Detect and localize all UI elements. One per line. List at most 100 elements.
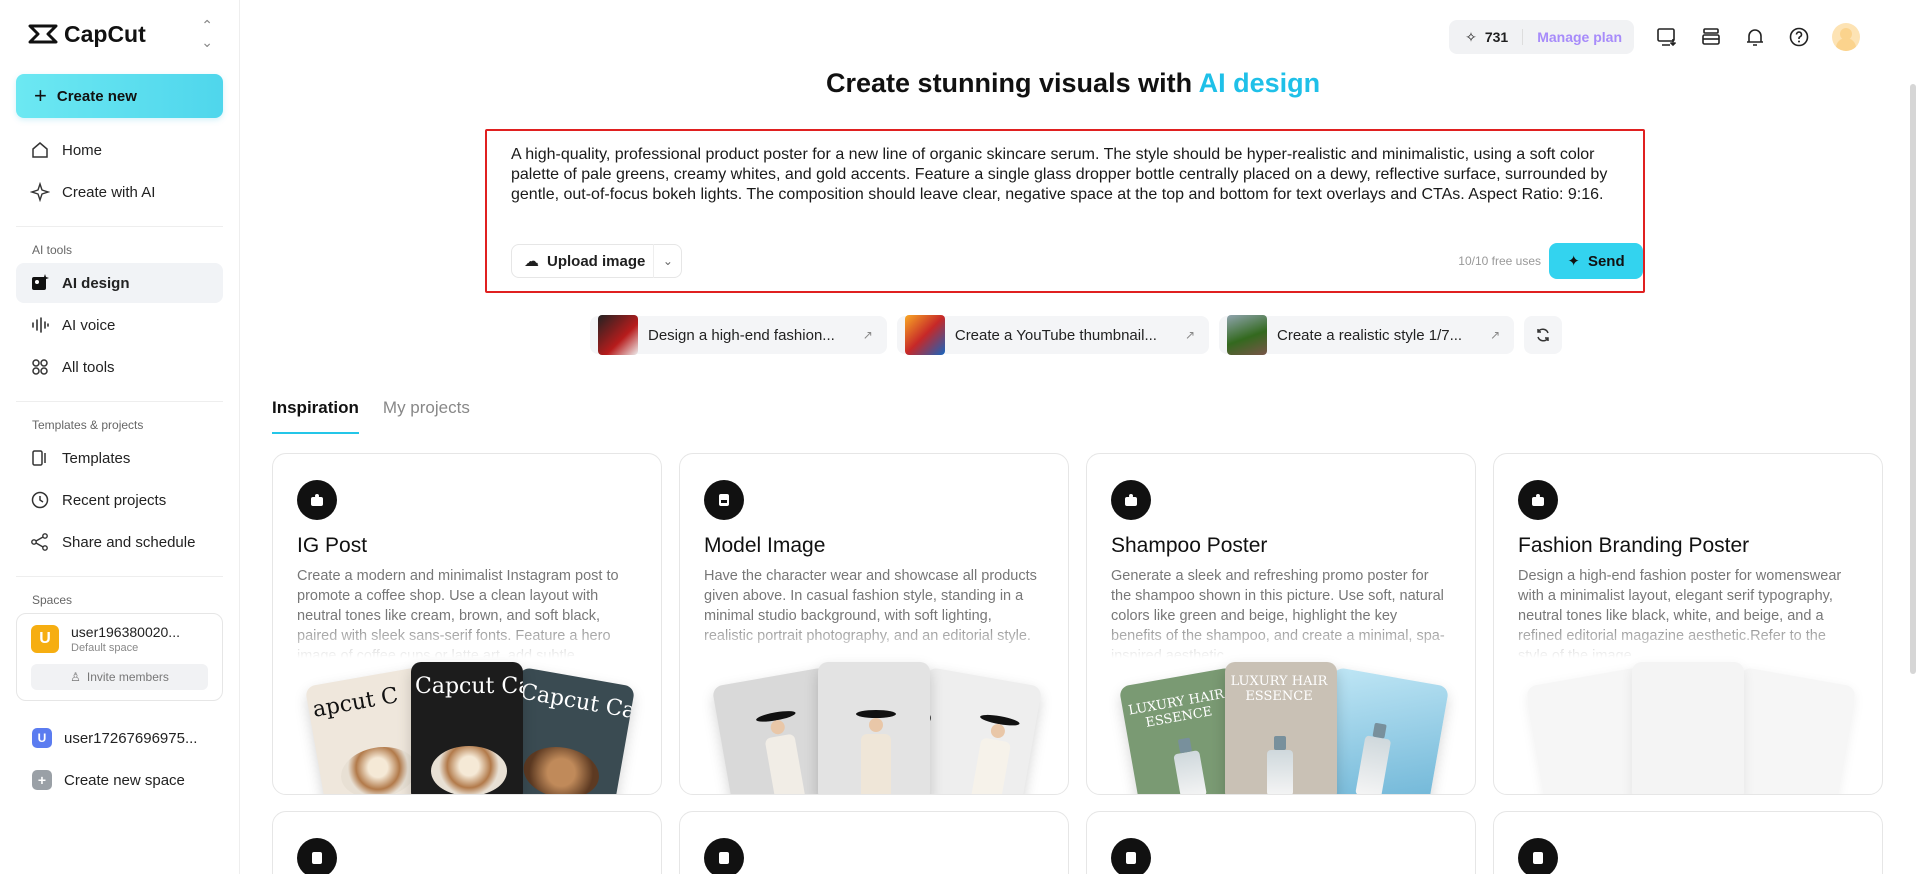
- space-avatar: U: [32, 728, 52, 748]
- person-icon: ♙: [70, 670, 81, 684]
- layers-icon[interactable]: [1700, 26, 1722, 48]
- clock-icon: [31, 491, 49, 509]
- sidebar-item-all-tools[interactable]: All tools: [16, 347, 223, 387]
- headline-accent: AI design: [1198, 68, 1321, 98]
- capcut-logo-icon: [28, 24, 58, 44]
- sidebar-item-ai-voice[interactable]: AI voice: [16, 305, 223, 345]
- send-button[interactable]: ✦ Send: [1549, 243, 1643, 279]
- page-title: Create stunning visuals with AI design: [826, 68, 1320, 99]
- card-preview: apcut C Capcut Ca Capcut Cafe: [273, 662, 661, 794]
- grid-icon: [32, 359, 48, 375]
- sidebar-item-share-schedule[interactable]: Share and schedule: [16, 522, 223, 562]
- chevron-down-icon[interactable]: ⌄: [653, 244, 681, 278]
- tab-inspiration[interactable]: Inspiration: [272, 398, 359, 434]
- suggestion-label: Create a YouTube thumbnail...: [954, 326, 1157, 344]
- sparkle-icon: ✦: [1567, 253, 1580, 270]
- app-name: CapCut: [64, 20, 146, 47]
- sidebar-item-templates[interactable]: Templates: [16, 438, 223, 478]
- prompt-box[interactable]: A high-quality, professional product pos…: [485, 129, 1645, 293]
- capcut-logo[interactable]: CapCut: [28, 21, 146, 48]
- arrow-up-right-icon: ↗: [1490, 328, 1501, 342]
- suggestion-label: Design a high-end fashion...: [648, 326, 835, 344]
- template-card-shampoo-poster[interactable]: Shampoo Poster Generate a sleek and refr…: [1086, 453, 1476, 795]
- portrait-icon: [704, 480, 744, 520]
- sidebar-item-label: Share and schedule: [62, 533, 196, 551]
- preview-text: Capcut Cafe: [518, 679, 636, 728]
- suggestion-label: Create a realistic style 1/7...: [1277, 326, 1463, 344]
- template-card-ig-post[interactable]: IG Post Create a modern and minimalist I…: [272, 453, 662, 795]
- user-avatar[interactable]: [1832, 23, 1860, 51]
- photo-icon: [1111, 838, 1151, 874]
- card-description: Design a high-end fashion poster for wom…: [1518, 568, 1842, 658]
- bottle: [1173, 750, 1207, 794]
- card-description: Generate a sleek and refreshing promo po…: [1111, 568, 1445, 658]
- sidebar-item-label: Recent projects: [62, 491, 167, 509]
- sidebar-item-create-with-ai[interactable]: Create with AI: [16, 172, 223, 212]
- template-card-model-image[interactable]: Model Image Have the character wear and …: [679, 453, 1069, 795]
- plus-icon: +: [34, 83, 47, 108]
- desktop-download-icon[interactable]: [1656, 26, 1678, 48]
- upload-image-label: Upload image: [547, 252, 646, 270]
- home-icon: [32, 142, 48, 158]
- space-avatar: U: [31, 625, 59, 653]
- refresh-suggestions-button[interactable]: [1524, 316, 1563, 354]
- sidebar: CapCut ⌃ ⌄ + Create new Home Create with …: [0, 0, 240, 874]
- sidebar-item-label: All tools: [62, 358, 115, 376]
- bottle: [1267, 736, 1293, 794]
- credits-widget[interactable]: ✧ 731 Manage plan: [1449, 20, 1634, 54]
- create-new-space-button[interactable]: + Create new space: [16, 759, 223, 801]
- ai-tools-section-label: AI tools: [32, 243, 73, 257]
- template-card[interactable]: [1493, 811, 1883, 874]
- sidebar-item-ai-design[interactable]: AI design: [16, 263, 223, 303]
- card-title: IG Post: [297, 534, 368, 557]
- arrow-up-right-icon: ↗: [862, 328, 873, 342]
- sidebar-item-home[interactable]: Home: [16, 130, 223, 170]
- space-name: user17267696975...: [64, 729, 198, 747]
- topbar: ✧ 731 Manage plan: [1449, 20, 1860, 54]
- invite-members-button[interactable]: ♙ Invite members: [31, 664, 208, 690]
- template-card[interactable]: [272, 811, 662, 874]
- sidebar-item-label: AI design: [62, 274, 130, 292]
- tab-my-projects[interactable]: My projects: [383, 398, 470, 434]
- default-space-card[interactable]: U user196380020... Default space ♙ Invit…: [16, 613, 223, 701]
- divider: [16, 226, 223, 227]
- preview-image: LUXURY HAIR ESSENCE: [1225, 662, 1337, 794]
- prompt-input[interactable]: A high-quality, professional product pos…: [511, 145, 1621, 205]
- portrait-icon: [704, 838, 744, 874]
- space-name: user196380020...: [71, 624, 180, 640]
- sparkle-icon: ✧: [1465, 28, 1477, 45]
- template-icon: [32, 450, 46, 466]
- page-scrollbar[interactable]: [1910, 84, 1916, 674]
- suggestion-thumbnail: [598, 315, 638, 355]
- add-space-icon: +: [32, 770, 52, 790]
- switch-workspace-icon[interactable]: ⌃ ⌄: [201, 17, 213, 51]
- prompt-suggestions: Design a high-end fashion... ↗ Create a …: [590, 315, 1563, 355]
- card-description: Create a modern and minimalist Instagram…: [297, 568, 619, 658]
- template-card-fashion-branding-poster[interactable]: Fashion Branding Poster Design a high-en…: [1493, 453, 1883, 795]
- sidebar-item-recent-projects[interactable]: Recent projects: [16, 480, 223, 520]
- help-icon[interactable]: [1788, 26, 1810, 48]
- preview-text: LUXURY HAIR ESSENCE: [1230, 674, 1328, 704]
- card-preview: [1494, 662, 1882, 794]
- coffee-cup: [431, 746, 507, 794]
- sparkle-icon: [30, 182, 50, 202]
- preview-text: LUXURY HAIR ESSENCE: [1127, 686, 1226, 731]
- suggestion-chip[interactable]: Create a YouTube thumbnail... ↗: [896, 315, 1210, 355]
- create-new-label: Create new: [56, 87, 137, 105]
- template-card[interactable]: [679, 811, 1069, 874]
- suggestion-chip[interactable]: Design a high-end fashion... ↗: [590, 315, 887, 355]
- free-uses-counter: 10/10 free uses: [1458, 254, 1541, 268]
- template-card[interactable]: [1086, 811, 1476, 874]
- spaces-section-label: Spaces: [32, 593, 73, 607]
- sidebar-item-label: Create with AI: [62, 183, 156, 201]
- upload-image-button[interactable]: ☁ Upload image ⌄: [511, 244, 683, 278]
- manage-plan-link[interactable]: Manage plan: [1537, 29, 1622, 45]
- suggestion-chip[interactable]: Create a realistic style 1/7... ↗: [1219, 315, 1515, 355]
- card-description: Have the character wear and showcase all…: [704, 568, 1037, 644]
- create-new-button[interactable]: + Create new: [16, 74, 223, 118]
- send-label: Send: [1587, 252, 1625, 270]
- bell-icon[interactable]: [1744, 26, 1766, 48]
- prompt-actions: 10/10 free uses ✦ Send: [1458, 243, 1643, 279]
- space-item-other[interactable]: U user17267696975...: [16, 717, 223, 759]
- divider: [16, 576, 223, 577]
